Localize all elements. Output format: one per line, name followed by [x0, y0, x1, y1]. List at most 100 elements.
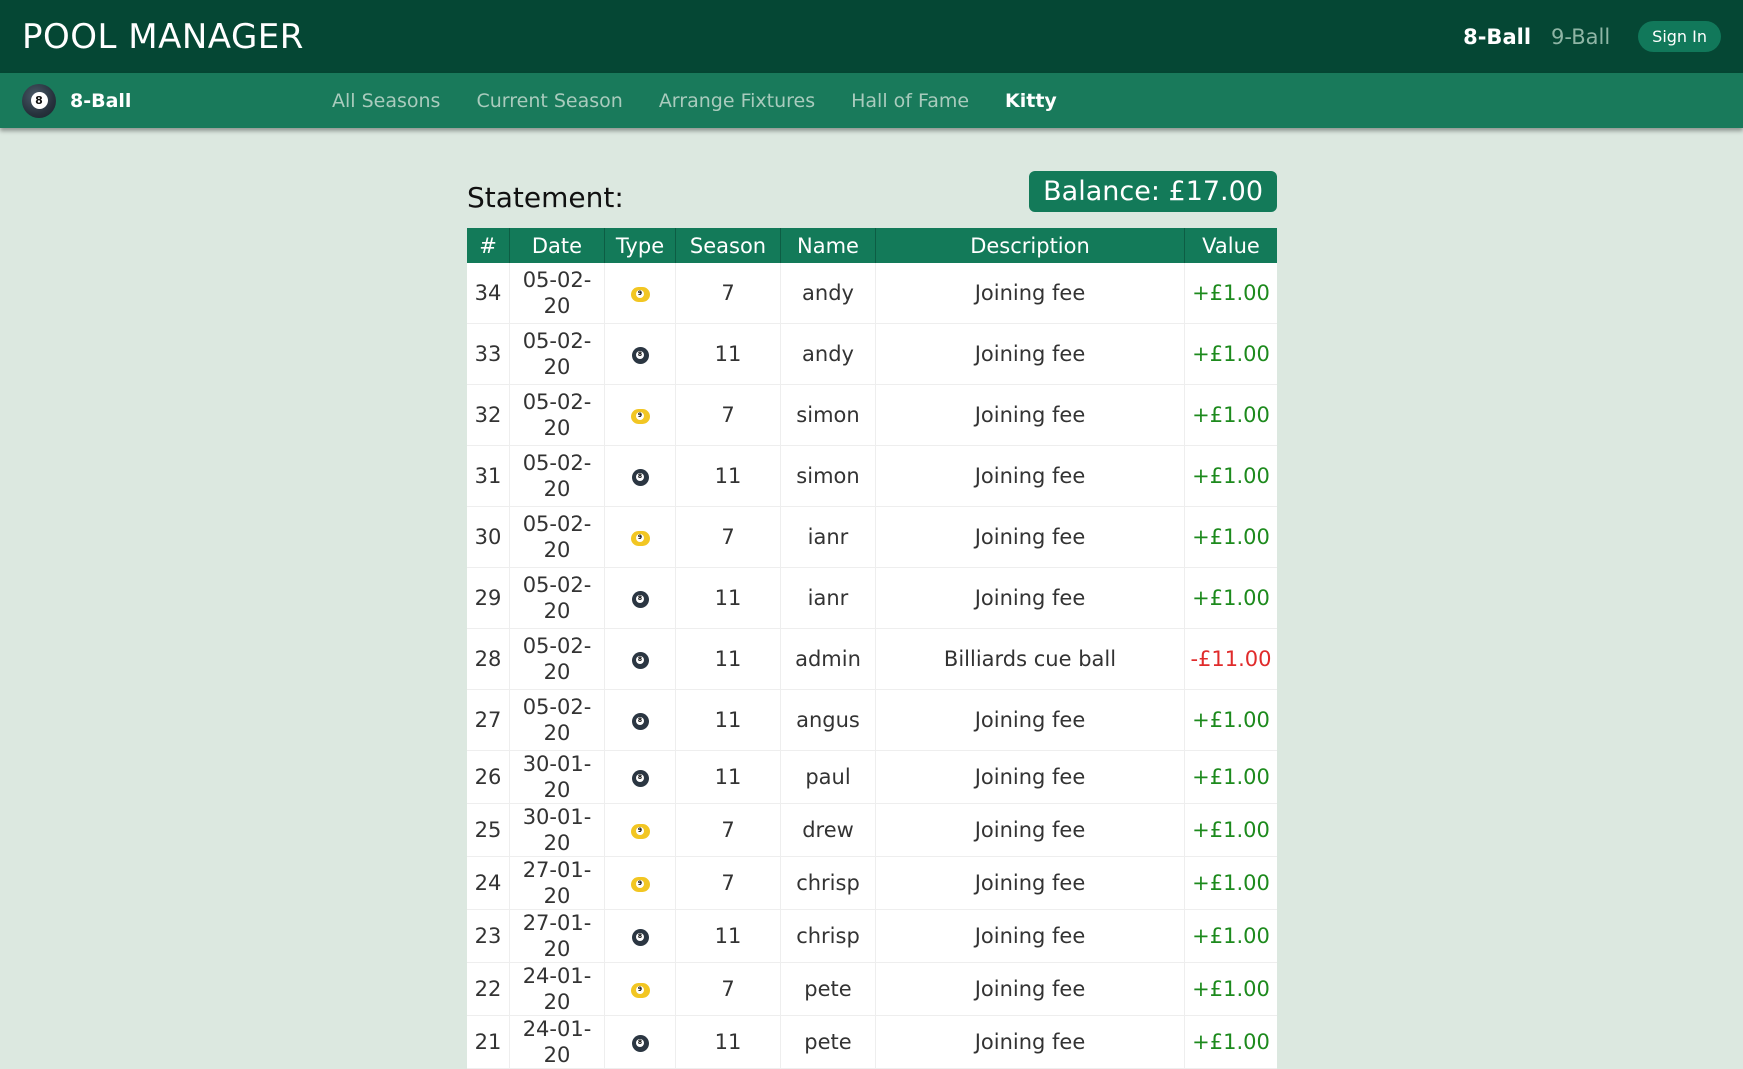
cell-season: 11 [675, 567, 781, 629]
cell-name: drew [780, 803, 876, 857]
cell-date: 05-02-20 [509, 384, 605, 446]
cell-value: +£1.00 [1184, 856, 1277, 910]
statement-panel: Statement: Balance: £17.00 # Date Type S… [467, 168, 1277, 1069]
table-row: 24 27-01-20 9 7 chrisp Joining fee +£1.00 [467, 856, 1277, 910]
cell-num: 23 [467, 909, 510, 963]
cell-type: 9 [604, 803, 676, 857]
cell-num: 26 [467, 750, 510, 804]
top-right-nav: 8-Ball 9-Ball Sign In [1443, 21, 1721, 52]
game-8-ball-link[interactable]: 8-Ball [1463, 25, 1531, 49]
table-header-row: # Date Type Season Name Description Valu… [467, 228, 1277, 263]
nav-kitty[interactable]: Kitty [1005, 90, 1057, 112]
cell-value: +£1.00 [1184, 689, 1277, 751]
cell-name: pete [780, 962, 876, 1016]
game-9-ball-link[interactable]: 9-Ball [1551, 25, 1610, 49]
top-bar: POOL MANAGER 8-Ball 9-Ball Sign In [0, 0, 1743, 73]
cell-name: paul [780, 750, 876, 804]
table-row: 25 30-01-20 9 7 drew Joining fee +£1.00 [467, 803, 1277, 857]
ball-number: 8 [30, 92, 48, 109]
cell-date: 05-02-20 [509, 445, 605, 507]
cell-date: 30-01-20 [509, 750, 605, 804]
nav-arrange-fixtures[interactable]: Arrange Fixtures [659, 90, 815, 112]
nav-current-season[interactable]: Current Season [476, 90, 622, 112]
cell-season: 11 [675, 445, 781, 507]
cell-num: 33 [467, 323, 510, 385]
cell-description: Joining fee [875, 263, 1185, 324]
cell-num: 31 [467, 445, 510, 507]
cell-date: 05-02-20 [509, 628, 605, 690]
table-row: 27 05-02-20 8 11 angus Joining fee +£1.00 [467, 689, 1277, 751]
subnav-links: All Seasons Current Season Arrange Fixtu… [332, 73, 1093, 128]
cell-date: 05-02-20 [509, 689, 605, 751]
cell-description: Joining fee [875, 689, 1185, 751]
cell-date: 05-02-20 [509, 263, 605, 324]
cell-type: 8 [604, 628, 676, 690]
table-row: 22 24-01-20 9 7 pete Joining fee +£1.00 [467, 962, 1277, 1016]
cell-description: Joining fee [875, 962, 1185, 1016]
cell-description: Joining fee [875, 909, 1185, 963]
balance-badge: Balance: £17.00 [1029, 170, 1277, 212]
cell-season: 7 [675, 803, 781, 857]
subnav-title[interactable]: 8-Ball [70, 90, 131, 112]
col-header-description: Description [875, 228, 1185, 263]
8-ball-icon: 8 [631, 1034, 649, 1052]
cell-name: andy [780, 263, 876, 324]
cell-season: 7 [675, 506, 781, 568]
cell-name: ianr [780, 567, 876, 629]
cell-season: 7 [675, 962, 781, 1016]
nav-hall-of-fame[interactable]: Hall of Fame [851, 90, 969, 112]
cell-value: +£1.00 [1184, 384, 1277, 446]
cell-date: 27-01-20 [509, 909, 605, 963]
8-ball-icon: 8 [631, 928, 649, 946]
cell-season: 7 [675, 856, 781, 910]
cell-value: +£1.00 [1184, 750, 1277, 804]
cell-type: 8 [604, 1015, 676, 1069]
cell-type: 9 [604, 384, 676, 446]
cell-description: Joining fee [875, 856, 1185, 910]
col-header-value: Value [1184, 228, 1277, 263]
nav-all-seasons[interactable]: All Seasons [332, 90, 440, 112]
eight-ball-icon: 8 [22, 83, 56, 118]
cell-date: 30-01-20 [509, 803, 605, 857]
9-ball-icon: 9 [630, 286, 650, 302]
cell-num: 28 [467, 628, 510, 690]
cell-name: ianr [780, 506, 876, 568]
8-ball-icon: 8 [631, 590, 649, 608]
col-header-name: Name [780, 228, 876, 263]
col-header-date: Date [509, 228, 605, 263]
table-row: 33 05-02-20 8 11 andy Joining fee +£1.00 [467, 323, 1277, 385]
cell-date: 05-02-20 [509, 323, 605, 385]
8-ball-icon: 8 [631, 769, 649, 787]
cell-date: 05-02-20 [509, 506, 605, 568]
cell-name: admin [780, 628, 876, 690]
cell-num: 32 [467, 384, 510, 446]
table-row: 26 30-01-20 8 11 paul Joining fee +£1.00 [467, 750, 1277, 804]
cell-name: pete [780, 1015, 876, 1069]
sign-in-button[interactable]: Sign In [1638, 21, 1721, 52]
table-body: 34 05-02-20 9 7 andy Joining fee +£1.00 33 05-02… [467, 263, 1277, 1069]
table-row: 30 05-02-20 9 7 ianr Joining fee +£1.00 [467, 506, 1277, 568]
table-row: 31 05-02-20 8 11 simon Joining fee +£1.00 [467, 445, 1277, 507]
cell-name: andy [780, 323, 876, 385]
cell-value: +£1.00 [1184, 1015, 1277, 1069]
cell-season: 11 [675, 689, 781, 751]
cell-name: simon [780, 384, 876, 446]
cell-value: +£1.00 [1184, 962, 1277, 1016]
cell-date: 24-01-20 [509, 1015, 605, 1069]
cell-type: 9 [604, 962, 676, 1016]
table-row: 32 05-02-20 9 7 simon Joining fee +£1.00 [467, 384, 1277, 446]
statement-table: # Date Type Season Name Description Valu… [467, 228, 1277, 1069]
col-header-type: Type [604, 228, 676, 263]
9-ball-icon: 9 [630, 823, 650, 839]
table-row: 21 24-01-20 8 11 pete Joining fee +£1.00 [467, 1015, 1277, 1069]
app-title[interactable]: POOL MANAGER [22, 17, 304, 57]
statement-label: Statement: [467, 180, 624, 214]
cell-date: 24-01-20 [509, 962, 605, 1016]
cell-type: 8 [604, 750, 676, 804]
cell-value: +£1.00 [1184, 445, 1277, 507]
cell-season: 11 [675, 750, 781, 804]
cell-value: +£1.00 [1184, 506, 1277, 568]
cell-value: +£1.00 [1184, 567, 1277, 629]
cell-season: 7 [675, 263, 781, 324]
table-row: 23 27-01-20 8 11 chrisp Joining fee +£1.00 [467, 909, 1277, 963]
